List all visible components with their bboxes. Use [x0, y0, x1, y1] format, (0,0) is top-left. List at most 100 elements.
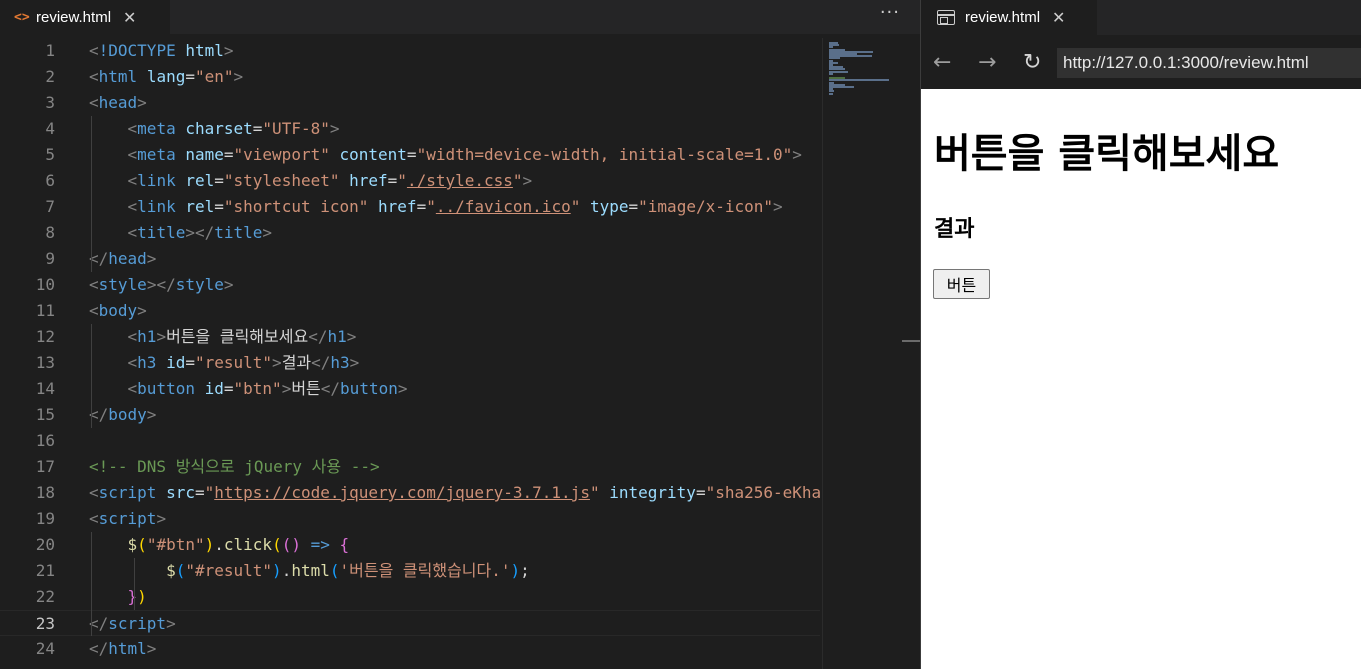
code-line[interactable]: 23 </script>	[0, 610, 820, 636]
code-text: <script src="https://code.jquery.com/jqu…	[89, 483, 820, 502]
minimap-line	[829, 86, 854, 88]
code-text: <button id="btn">버튼</button>	[127, 379, 408, 398]
rendered-page: 버튼을 클릭해보세요 결과 버튼	[921, 89, 1361, 669]
preview-tab-bar: review.html ✕	[921, 0, 1361, 35]
code-line[interactable]: 17 <!-- DNS 방식으로 jQuery 사용 -->	[0, 454, 820, 480]
browser-nav-bar: ← → ↻	[921, 35, 1361, 89]
close-icon[interactable]: ✕	[1052, 8, 1065, 27]
code-text: </script>	[89, 614, 176, 633]
forward-arrow-icon[interactable]: →	[978, 50, 1023, 75]
line-number: 23	[35, 614, 55, 633]
tab-label: review.html	[965, 9, 1041, 26]
code-line[interactable]: 19 <script>	[0, 506, 820, 532]
line-number: 12	[35, 327, 55, 346]
page-heading: 버튼을 클릭해보세요	[934, 131, 1280, 177]
close-icon[interactable]: ✕	[123, 8, 136, 27]
code-text: </html>	[89, 639, 157, 658]
back-arrow-icon[interactable]: ←	[933, 50, 978, 75]
code-text: <style></style>	[89, 275, 234, 294]
code-line[interactable]: 16	[0, 428, 820, 454]
result-heading: 결과	[934, 217, 975, 242]
code-text: $("#result").html('버튼을 클릭했습니다.');	[166, 561, 530, 580]
code-line[interactable]: 2 <html lang="en">	[0, 64, 820, 90]
line-number: 22	[35, 587, 55, 606]
indent-guide	[134, 558, 135, 610]
code-text: <meta name="viewport" content="width=dev…	[127, 145, 802, 164]
code-text: <h1>버튼을 클릭해보세요</h1>	[127, 327, 357, 346]
code-editor[interactable]: <> review.html ✕ ··· 1 <!DOCTYPE html> 2 <h…	[0, 0, 920, 669]
code-line[interactable]: 3 <head>	[0, 90, 820, 116]
line-number: 5	[45, 145, 55, 164]
code-line[interactable]: 22 })	[0, 584, 820, 610]
code-line[interactable]: 13 <h3 id="result">결과</h3>	[0, 350, 820, 376]
line-number: 4	[45, 119, 55, 138]
code-text: <link rel="shortcut icon" href="../favic…	[127, 197, 783, 216]
line-number: 11	[35, 301, 55, 320]
code-line[interactable]: 1 <!DOCTYPE html>	[0, 38, 820, 64]
code-line[interactable]: 21 $("#result").html('버튼을 클릭했습니다.');	[0, 558, 820, 584]
code-line[interactable]: 11 <body>	[0, 298, 820, 324]
minimap[interactable]	[822, 38, 920, 669]
line-number: 17	[35, 457, 55, 476]
code-text: <meta charset="UTF-8">	[127, 119, 340, 138]
code-line[interactable]: 24 </html>	[0, 636, 820, 662]
line-number: 8	[45, 223, 55, 242]
code-text: <html lang="en">	[89, 67, 244, 86]
line-number: 1	[45, 41, 55, 60]
code-text: <title></title>	[127, 223, 273, 242]
minimap-line	[829, 72, 834, 75]
tab-preview-review-html[interactable]: review.html ✕	[921, 0, 1097, 35]
code-text: <link rel="stylesheet" href="./style.css…	[127, 171, 533, 190]
line-number: 16	[35, 431, 55, 450]
code-area[interactable]: 1 <!DOCTYPE html> 2 <html lang="en"> 3 <head>…	[0, 38, 820, 669]
line-number: 21	[35, 561, 55, 580]
scroll-position-marker	[902, 340, 920, 342]
browser-preview-pane: review.html ✕ ← → ↻ 버튼을 클릭해보세요 결과 버튼	[920, 0, 1361, 669]
minimap-line	[829, 92, 834, 95]
code-line[interactable]: 7 <link rel="shortcut icon" href="../fav…	[0, 194, 820, 220]
tab-review-html[interactable]: <> review.html ✕	[0, 0, 170, 35]
url-input[interactable]	[1057, 48, 1361, 78]
code-line[interactable]: 4 <meta charset="UTF-8">	[0, 116, 820, 142]
line-number: 7	[45, 197, 55, 216]
line-number: 24	[35, 639, 55, 658]
code-line[interactable]: 6 <link rel="stylesheet" href="./style.c…	[0, 168, 820, 194]
html-file-icon: <>	[14, 10, 30, 25]
line-number: 19	[35, 509, 55, 528]
code-line[interactable]: 15 </body>	[0, 402, 820, 428]
code-text: <!DOCTYPE html>	[89, 41, 234, 60]
line-number: 15	[35, 405, 55, 424]
indent-guide	[91, 532, 92, 636]
code-text: </body>	[89, 405, 157, 424]
code-text: </head>	[89, 249, 157, 268]
line-number: 3	[45, 93, 55, 112]
code-text: <script>	[89, 509, 167, 528]
more-actions-icon[interactable]: ···	[880, 2, 900, 23]
line-number: 9	[45, 249, 55, 268]
line-number: 20	[35, 535, 55, 554]
code-text: })	[127, 587, 147, 606]
line-number: 13	[35, 353, 55, 372]
tab-label: review.html	[36, 9, 112, 26]
code-text: $("#btn").click(() => {	[127, 535, 350, 554]
code-line[interactable]: 14 <button id="btn">버튼</button>	[0, 376, 820, 402]
page-button[interactable]: 버튼	[933, 269, 990, 299]
code-text: <h3 id="result">결과</h3>	[127, 353, 360, 372]
code-line[interactable]: 20 $("#btn").click(() => {	[0, 532, 820, 558]
minimap-line	[829, 79, 889, 82]
code-text: <body>	[89, 301, 147, 320]
code-line[interactable]: 5 <meta name="viewport" content="width=d…	[0, 142, 820, 168]
line-number: 14	[35, 379, 55, 398]
line-number: 18	[35, 483, 55, 502]
code-line[interactable]: 8 <title></title>	[0, 220, 820, 246]
code-line[interactable]: 12 <h1>버튼을 클릭해보세요</h1>	[0, 324, 820, 350]
code-line[interactable]: 9 </head>	[0, 246, 820, 272]
preview-icon	[937, 10, 955, 25]
line-number: 10	[35, 275, 55, 294]
indent-guide	[91, 324, 92, 428]
editor-tab-bar: <> review.html ✕ ···	[0, 0, 920, 35]
code-line[interactable]: 10 <style></style>	[0, 272, 820, 298]
line-number: 6	[45, 171, 55, 190]
code-line[interactable]: 18 <script src="https://code.jquery.com/j…	[0, 480, 820, 506]
code-text: <head>	[89, 93, 147, 112]
